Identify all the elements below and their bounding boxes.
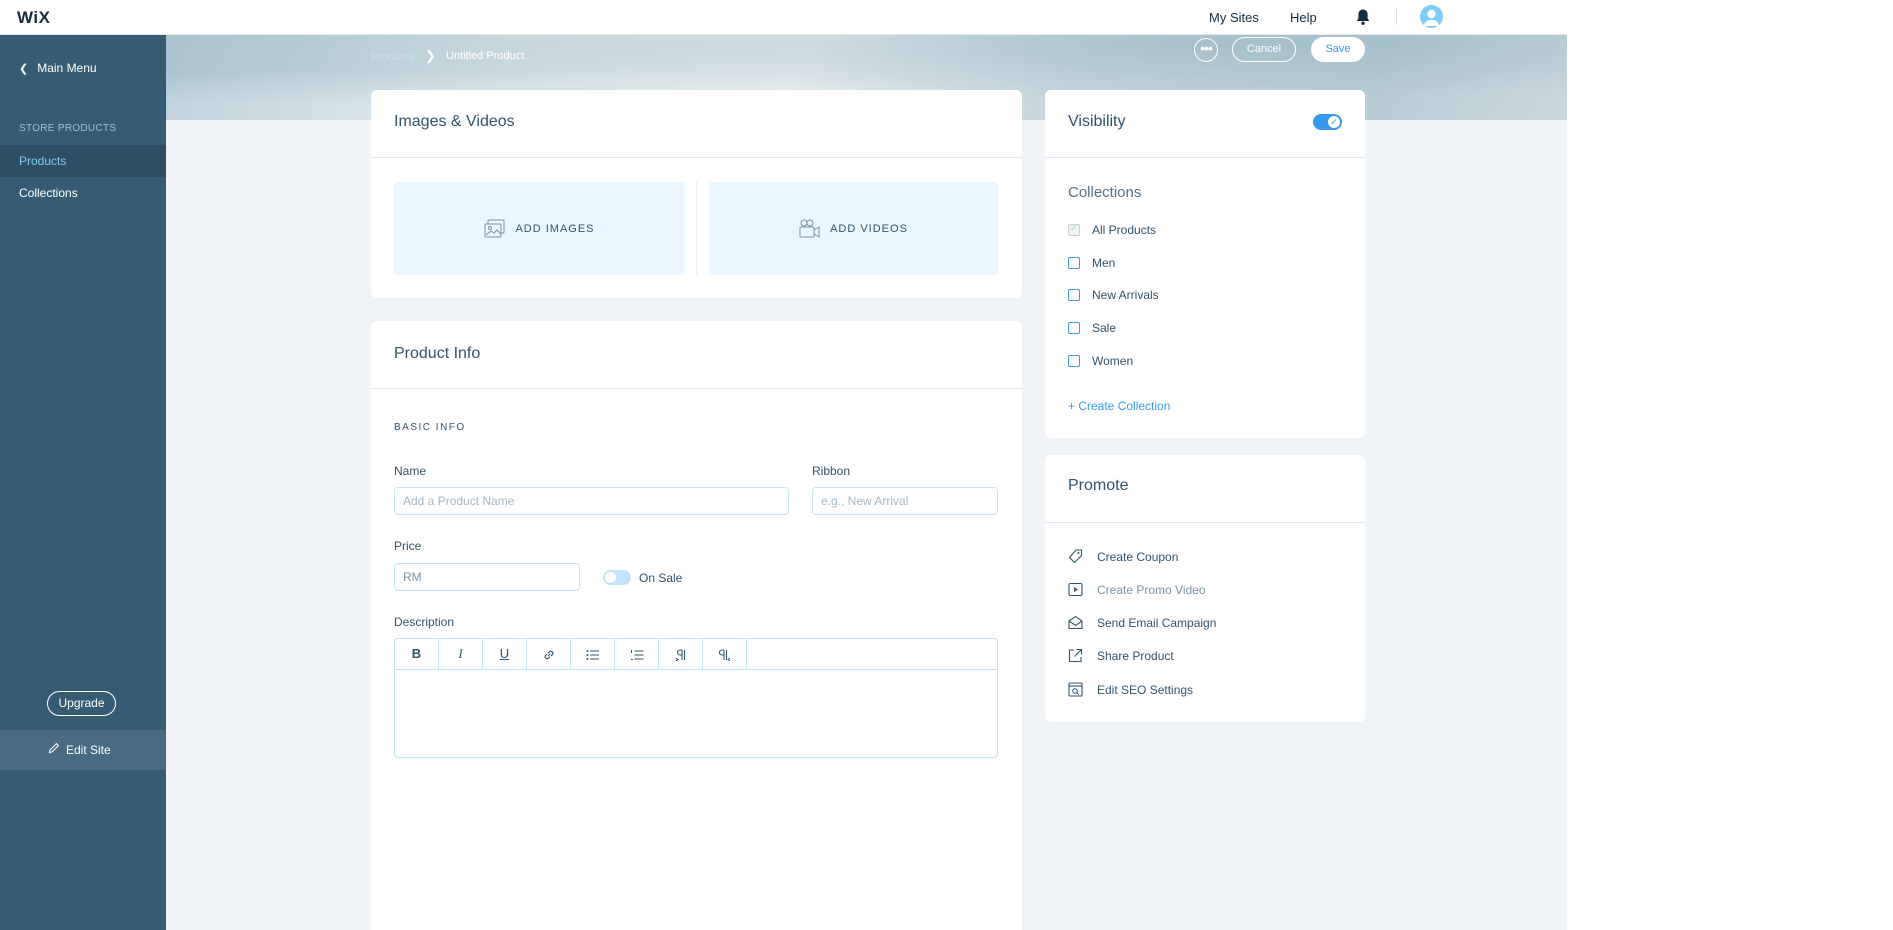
ltr-direction-icon[interactable] — [659, 639, 703, 669]
image-icon — [484, 219, 505, 237]
collection-label: All Products — [1092, 223, 1157, 237]
visibility-title: Visibility — [1068, 113, 1126, 130]
sidebar-item-collections[interactable]: Collections — [0, 177, 166, 209]
checkbox[interactable] — [1068, 355, 1080, 367]
add-videos-label: ADD VIDEOS — [830, 222, 908, 235]
price-label: Price — [394, 539, 422, 553]
coupon-icon — [1068, 549, 1083, 564]
create-coupon-link[interactable]: Create Coupon — [1068, 549, 1178, 564]
numbered-list-icon[interactable] — [615, 639, 659, 669]
checkbox[interactable] — [1068, 289, 1080, 301]
avatar-icon[interactable] — [1420, 5, 1443, 28]
bell-icon[interactable] — [1355, 8, 1371, 26]
top-divider — [1396, 9, 1397, 25]
card-divider — [371, 388, 1022, 389]
collections-title: Collections — [1068, 184, 1142, 201]
main-menu-link[interactable]: ❮ Main Menu — [19, 61, 97, 75]
promo-label: Create Coupon — [1097, 549, 1179, 564]
sidebar: ❮ Main Menu STORE PRODUCTS Products Colle… — [0, 35, 166, 930]
collection-label: Sale — [1092, 321, 1117, 335]
collection-checkbox-new-arrivals[interactable]: New Arrivals — [1068, 288, 1159, 302]
rtl-direction-icon[interactable] — [703, 639, 747, 669]
add-images-label: ADD IMAGES — [515, 222, 595, 235]
create-collection-link[interactable]: + Create Collection — [1068, 399, 1170, 413]
edit-seo-settings-link[interactable]: Edit SEO Settings — [1068, 682, 1193, 697]
add-videos-button[interactable]: ADD VIDEOS — [709, 182, 998, 275]
checkbox[interactable] — [1068, 223, 1080, 236]
collection-checkbox-sale[interactable]: Sale — [1068, 321, 1116, 335]
bold-button[interactable]: B — [395, 639, 439, 669]
video-camera-icon — [799, 219, 820, 238]
collection-label: New Arrivals — [1092, 288, 1159, 302]
ribbon-label: Ribbon — [812, 464, 851, 478]
collection-checkbox-all-products[interactable]: All Products — [1068, 223, 1156, 237]
top-bar: WiX My Sites Help — [0, 0, 1567, 35]
pencil-icon — [48, 730, 60, 770]
collection-checkbox-men[interactable]: Men — [1068, 256, 1115, 270]
promo-label: Create Promo Video — [1097, 582, 1206, 597]
card-divider — [1045, 157, 1365, 158]
checkbox[interactable] — [1068, 257, 1080, 269]
promo-label: Edit SEO Settings — [1097, 682, 1194, 697]
images-videos-title: Images & Videos — [394, 113, 515, 130]
promote-title: Promote — [1068, 477, 1129, 494]
share-icon — [1068, 648, 1083, 663]
promo-label: Share Product — [1097, 648, 1174, 663]
bulleted-list-icon[interactable] — [571, 639, 615, 669]
breadcrumb-current: Untitled Product — [446, 50, 525, 62]
link-icon[interactable] — [527, 639, 571, 669]
seo-icon — [1068, 682, 1083, 697]
chevron-left-icon: ❮ — [19, 63, 29, 75]
sidebar-item-products[interactable]: Products — [0, 145, 166, 177]
promote-card: Promote Create Coupon Create Promo Video… — [1045, 455, 1365, 722]
save-button[interactable]: Save — [1311, 37, 1365, 62]
upgrade-button[interactable]: Upgrade — [47, 691, 116, 716]
checkbox[interactable] — [1068, 322, 1080, 334]
product-editor-page: WiX My Sites Help ❮ Main Menu STORE PRODU… — [0, 0, 1567, 930]
card-divider — [371, 157, 1022, 158]
product-info-card: Product Info BASIC INFO Name Add a Produ… — [371, 321, 1022, 930]
description-label: Description — [394, 615, 455, 629]
on-sale-toggle[interactable] — [603, 570, 631, 585]
collection-label: Women — [1092, 354, 1134, 368]
chevron-right-icon: ❯ — [425, 48, 436, 63]
italic-button[interactable]: I — [439, 639, 483, 669]
more-actions-button[interactable]: ••• — [1194, 38, 1218, 62]
visibility-card: Visibility Collections All Products Men … — [1045, 90, 1365, 438]
send-email-campaign-link[interactable]: Send Email Campaign — [1068, 615, 1216, 630]
card-divider — [1045, 522, 1365, 523]
create-promo-video-link[interactable]: Create Promo Video — [1068, 582, 1206, 597]
promo-label: Send Email Campaign — [1097, 615, 1217, 630]
collection-checkbox-women[interactable]: Women — [1068, 354, 1133, 368]
add-images-button[interactable]: ADD IMAGES — [394, 182, 685, 275]
edit-site-button[interactable]: Edit Site — [0, 730, 166, 770]
price-input[interactable]: RM — [394, 563, 580, 591]
share-product-link[interactable]: Share Product — [1068, 648, 1174, 663]
media-separator — [696, 182, 697, 275]
help-link[interactable]: Help — [1290, 10, 1317, 25]
on-sale-label: On Sale — [639, 571, 683, 585]
main-menu-label: Main Menu — [37, 61, 97, 75]
underline-button[interactable]: U — [483, 639, 527, 669]
breadcrumb-products-link[interactable]: Products — [371, 51, 414, 63]
email-icon — [1068, 615, 1083, 630]
rich-text-toolbar: B I U — [395, 639, 997, 670]
ribbon-input[interactable]: e.g., New Arrival — [812, 487, 998, 515]
product-name-input[interactable]: Add a Product Name — [394, 487, 789, 515]
product-info-title: Product Info — [394, 345, 481, 362]
description-editor[interactable]: B I U — [394, 638, 998, 758]
my-sites-link[interactable]: My Sites — [1209, 10, 1259, 25]
sidebar-section-title: STORE PRODUCTS — [19, 123, 117, 134]
edit-site-label: Edit Site — [66, 743, 111, 757]
video-play-icon — [1068, 582, 1083, 597]
name-label: Name — [394, 464, 427, 478]
images-videos-card: Images & Videos ADD IMAGES ADD VIDEOS — [371, 90, 1022, 298]
basic-info-heading: BASIC INFO — [394, 422, 466, 433]
wix-logo[interactable]: WiX — [17, 8, 50, 28]
collection-label: Men — [1092, 256, 1116, 270]
visibility-toggle[interactable] — [1313, 114, 1342, 130]
cancel-button[interactable]: Cancel — [1232, 37, 1296, 62]
